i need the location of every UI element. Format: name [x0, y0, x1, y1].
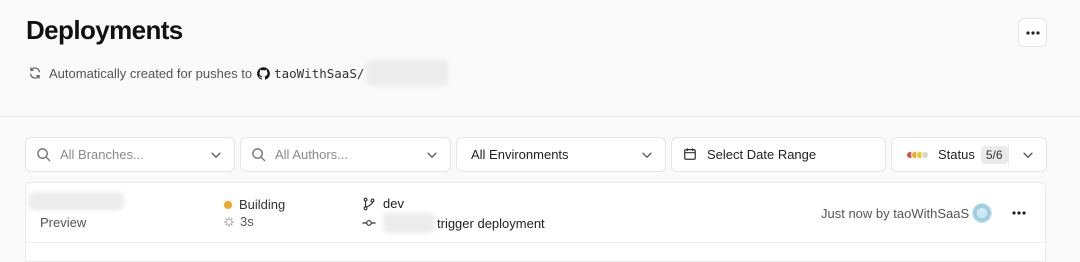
spinner-icon	[224, 216, 234, 227]
status-text: Building	[239, 197, 286, 212]
deployments-list: Preview Building 3s dev trigger deployme…	[25, 182, 1047, 262]
deployment-duration: 3s	[224, 214, 254, 229]
branch-filter[interactable]: All Branches...	[25, 137, 235, 172]
date-range-label: Select Date Range	[707, 147, 817, 162]
deployment-environment: Preview	[40, 215, 87, 230]
status-filter[interactable]: Status 5/6	[891, 137, 1047, 172]
redacted-repo-name	[366, 60, 449, 86]
chevron-down-icon	[425, 148, 439, 162]
search-icon	[36, 147, 52, 163]
auto-deploy-note: Automatically created for pushes to taoW…	[28, 60, 449, 86]
avatar[interactable]	[972, 203, 992, 223]
environment-select[interactable]: All Environments	[456, 137, 666, 172]
chevron-down-icon	[640, 148, 654, 162]
chevron-down-icon	[209, 148, 223, 162]
deployment-status: Building	[224, 197, 285, 212]
status-count-badge: 5/6	[980, 145, 1008, 164]
git-branch-icon	[362, 197, 376, 211]
status-label: Status	[938, 147, 975, 162]
deployment-commit[interactable]: trigger deployment	[362, 213, 545, 233]
branch-filter-placeholder: All Branches...	[60, 147, 144, 162]
author-filter-placeholder: All Authors...	[275, 147, 348, 162]
deployment-meta: Just now by taoWithSaaS	[821, 206, 970, 221]
page-title: Deployments	[26, 15, 183, 45]
row-more-options-button[interactable]	[1008, 204, 1030, 222]
ellipsis-icon	[1025, 30, 1040, 35]
search-icon	[251, 147, 267, 163]
more-options-button[interactable]	[1018, 18, 1047, 47]
repo-link[interactable]: taoWithSaaS/	[274, 66, 364, 81]
sync-icon	[28, 66, 42, 80]
filter-bar: All Branches... All Authors... All Envir…	[0, 137, 1080, 172]
subtitle-text: Automatically created for pushes to	[49, 65, 253, 81]
environment-select-value: All Environments	[471, 147, 569, 162]
ellipsis-icon	[1012, 211, 1026, 215]
deployment-branch[interactable]: dev	[362, 196, 404, 211]
calendar-icon	[683, 147, 699, 163]
duration-text: 3s	[240, 214, 254, 229]
branch-name: dev	[383, 196, 404, 211]
github-icon	[257, 66, 270, 80]
status-dot	[921, 150, 929, 159]
git-commit-icon	[362, 216, 376, 230]
chevron-down-icon	[1021, 148, 1035, 162]
commit-message: trigger deployment	[437, 215, 545, 231]
date-range-picker[interactable]: Select Date Range	[671, 137, 886, 172]
page-header: Deployments Automatically created for pu…	[0, 0, 1080, 117]
status-color-dots	[906, 150, 929, 159]
divider	[1008, 144, 1009, 166]
author-filter[interactable]: All Authors...	[240, 137, 451, 172]
redacted-commit-hash	[383, 213, 435, 233]
redacted-deployment-name	[28, 192, 124, 210]
deployment-row[interactable]: Preview Building 3s dev trigger deployme…	[26, 183, 1047, 243]
status-dot	[224, 200, 232, 209]
